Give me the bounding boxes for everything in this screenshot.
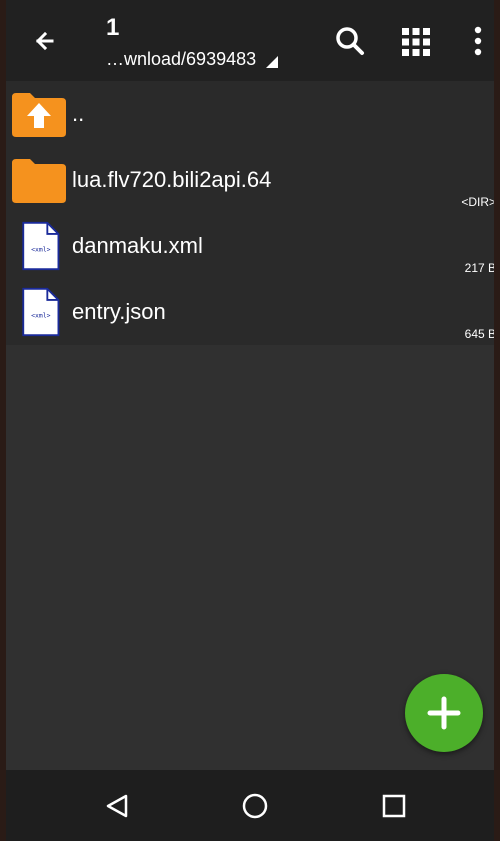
screen: 1 …wnload/6939483 .. lua.flv720.bili2api… — [6, 0, 494, 841]
search-icon — [336, 27, 364, 55]
folder-up-icon — [12, 93, 66, 137]
list-item-name: lua.flv720.bili2api.64 — [72, 167, 272, 192]
more-vert-icon — [474, 26, 482, 56]
path-label: …wnload/6939483 — [106, 49, 257, 69]
recents-square-icon — [382, 794, 406, 818]
list-item-name: entry.json — [72, 299, 166, 324]
dropdown-triangle-icon — [266, 55, 279, 68]
grid-view-button[interactable] — [396, 22, 436, 62]
app-bar: 1 …wnload/6939483 — [6, 0, 494, 81]
list-item-name: .. — [72, 101, 85, 126]
file-list: .. lua.flv720.bili2api.64 <DIR> <xml> da… — [6, 81, 494, 345]
folder-icon — [12, 159, 66, 203]
nav-back-button[interactable] — [100, 788, 136, 824]
list-item-file[interactable]: <xml> entry.json 645 B — [6, 279, 494, 345]
list-item-meta: <DIR> — [461, 195, 494, 209]
add-button[interactable] — [405, 674, 483, 752]
list-item-file[interactable]: <xml> danmaku.xml 217 B — [6, 213, 494, 279]
more-options-button[interactable] — [458, 22, 494, 62]
nav-home-button[interactable] — [237, 788, 273, 824]
search-button[interactable] — [330, 22, 370, 62]
grid-view-icon — [402, 28, 430, 56]
svg-text:<xml>: <xml> — [31, 312, 51, 320]
folder-title: 1 — [106, 14, 120, 41]
svg-text:<xml>: <xml> — [31, 246, 51, 254]
list-item-meta: 217 B — [464, 261, 494, 275]
xml-file-icon: <xml> — [22, 221, 60, 271]
nav-recents-button[interactable] — [376, 788, 412, 824]
list-item-folder[interactable]: lua.flv720.bili2api.64 <DIR> — [6, 147, 494, 213]
arrow-left-icon — [35, 31, 54, 51]
system-nav-bar — [6, 770, 494, 841]
home-circle-icon — [242, 793, 268, 819]
list-item-meta: 645 B — [464, 327, 494, 341]
xml-file-icon: <xml> — [22, 287, 60, 337]
path-dropdown[interactable]: …wnload/6939483 — [106, 49, 279, 70]
back-button[interactable] — [24, 22, 64, 62]
plus-icon — [427, 696, 461, 730]
list-item-parent-folder[interactable]: .. — [6, 81, 494, 147]
back-triangle-icon — [106, 794, 128, 818]
list-item-name: danmaku.xml — [72, 233, 203, 258]
